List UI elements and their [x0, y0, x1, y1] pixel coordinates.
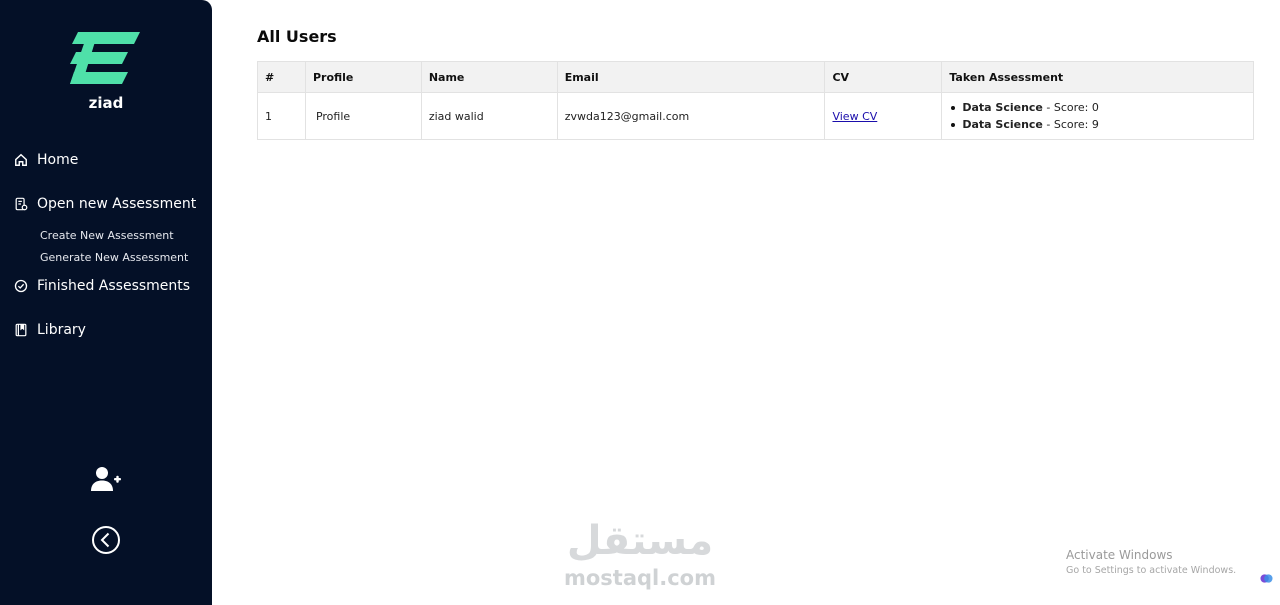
profile-image-alt: Profile [315, 109, 351, 123]
assessment-name: Data Science [962, 101, 1043, 114]
user-email: zvwda123@gmail.com [556, 92, 826, 140]
book-icon [15, 323, 27, 337]
column-header-taken-assessment: Taken Assessment [941, 61, 1254, 93]
page-title: All Users [257, 27, 337, 46]
column-header-name: Name [420, 61, 558, 93]
nav-item-finished-assessments[interactable]: Finished Assessments [14, 278, 190, 294]
column-header-profile: Profile [304, 61, 422, 93]
column-header-email: Email [556, 61, 826, 93]
sub-item-generate-new-assessment[interactable]: Generate New Assessment [40, 251, 188, 264]
activate-windows-subtitle: Go to Settings to activate Windows. [1066, 565, 1237, 576]
user-name: ziad walid [420, 92, 558, 140]
assistant-tray-icon[interactable] [1260, 572, 1273, 585]
mostaql-watermark-logo: مستقل [566, 518, 714, 564]
assessment-name: Data Science [962, 118, 1043, 131]
assessment-list: Data Science - Score: 0 Data Science - S… [949, 99, 1246, 133]
taken-assessment-cell: Data Science - Score: 0 Data Science - S… [941, 92, 1254, 140]
assessment-doc-icon [15, 197, 28, 211]
table-header-row: # Profile Name Email CV Taken Assessment [257, 61, 1254, 93]
users-table: # Profile Name Email CV Taken Assessment… [257, 61, 1254, 140]
assessment-score: - Score: 9 [1042, 118, 1099, 131]
table-row: 1 Profile ziad walid zvwda123@gmail.com … [257, 92, 1254, 140]
column-header-cv: CV [824, 61, 943, 93]
back-chevron-icon[interactable] [90, 524, 122, 556]
list-item: Data Science - Score: 9 [949, 116, 1246, 133]
brand-name: ziad [88, 94, 124, 112]
nav-item-label: Open new Assessment [37, 196, 197, 212]
profile-image: Profile [304, 92, 422, 140]
sub-item-create-new-assessment[interactable]: Create New Assessment [40, 229, 174, 242]
mostaql-watermark-text: mostaql.com [564, 566, 716, 590]
cv-cell: View CV [824, 92, 943, 140]
home-icon [15, 153, 27, 166]
check-circle-icon [14, 279, 28, 293]
nav-item-home[interactable]: Home [14, 152, 78, 168]
nav-item-open-new-assessment[interactable]: Open new Assessment [14, 196, 196, 212]
assessment-score: - Score: 0 [1042, 101, 1099, 114]
nav-item-label: Finished Assessments [37, 278, 191, 294]
list-item: Data Science - Score: 0 [949, 99, 1246, 116]
column-header-index: # [257, 61, 306, 93]
add-user-icon[interactable] [90, 464, 122, 496]
sidebar: ziad Home Open new Assessment Create New… [0, 0, 212, 605]
row-index: 1 [257, 92, 306, 140]
ziad-logo[interactable] [70, 30, 142, 86]
activate-windows-title: Activate Windows [1066, 548, 1173, 562]
nav-item-library[interactable]: Library [14, 322, 86, 338]
nav-item-label: Library [37, 322, 86, 338]
nav-item-label: Home [37, 152, 79, 168]
view-cv-link[interactable]: View CV [832, 110, 877, 123]
